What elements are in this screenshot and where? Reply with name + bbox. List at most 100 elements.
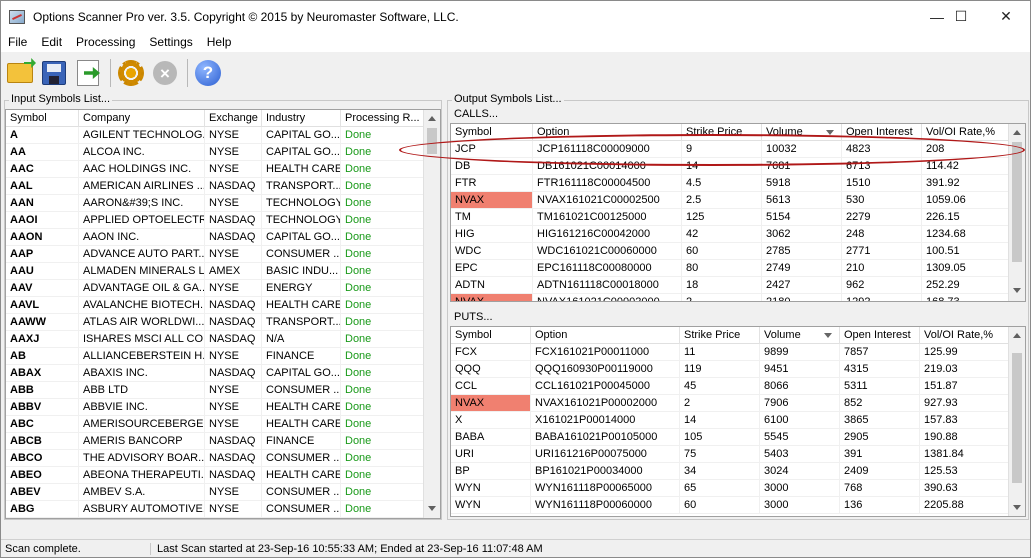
menu-help[interactable]: Help (200, 35, 239, 49)
table-cell: NYSE (205, 416, 262, 432)
scroll-thumb[interactable] (427, 128, 437, 154)
table-cell: BP161021P00034000 (531, 463, 680, 479)
table-row[interactable]: AAL AMERICAN AIRLINES ... NASDAQ TRANSPORT.… (6, 178, 425, 195)
table-row[interactable]: FCX FCX161021P00011000 11 9899 7857 125.99 (451, 344, 1009, 361)
table-row[interactable]: ABB ABB LTD NYSE CONSUMER ... Done (6, 382, 425, 399)
menu-settings[interactable]: Settings (142, 35, 199, 49)
table-row[interactable]: JCP JCP161118C00009000 9 10032 4823 208 (451, 141, 1009, 158)
help-icon: ? (195, 60, 221, 86)
table-row[interactable]: AAN AARON&#39;S INC. NYSE TECHNOLOGY Done (6, 195, 425, 212)
column-header[interactable]: Strike Price (682, 124, 762, 141)
column-header[interactable]: Symbol (6, 110, 79, 127)
table-cell: 168.73 (922, 294, 1009, 301)
column-header[interactable]: Processing R... (341, 110, 425, 127)
table-row[interactable]: ADTN ADTN161118C00018000 18 2427 962 252.29 (451, 277, 1009, 294)
table-row[interactable]: DB DB161021C00014000 14 7681 6713 114.42 (451, 158, 1009, 175)
table-row[interactable]: ABEV AMBEV S.A. NYSE CONSUMER ... Done (6, 484, 425, 501)
scroll-up-icon[interactable] (428, 116, 436, 121)
calls-grid[interactable]: Symbol Option Strike Price Volume Open Inter… (450, 123, 1026, 302)
puts-grid[interactable]: Symbol Option Strike Price Volume Open Inter… (450, 326, 1026, 517)
column-header[interactable]: Symbol (451, 327, 531, 344)
table-row[interactable]: AAU ALMADEN MINERALS L... AMEX BASIC INDU..… (6, 263, 425, 280)
table-row[interactable]: TM TM161021C00125000 125 5154 2279 226.15 (451, 209, 1009, 226)
table-row[interactable]: NVAX NVAX161021C00002000 2 2180 1292 168.73 (451, 294, 1009, 301)
column-header[interactable]: Strike Price (680, 327, 760, 344)
table-row[interactable]: URI URI161216P00075000 75 5403 391 1381.84 (451, 446, 1009, 463)
menu-file[interactable]: File (1, 35, 34, 49)
table-row[interactable]: X X161021P00014000 14 6100 3865 157.83 (451, 412, 1009, 429)
scroll-thumb[interactable] (1012, 353, 1022, 483)
calls-scrollbar[interactable] (1008, 124, 1025, 301)
table-row[interactable]: AAC AAC HOLDINGS INC. NYSE HEALTH CARE Done (6, 161, 425, 178)
table-row[interactable]: ABC AMERISOURCEBERGE... NYSE HEALTH CARE Don… (6, 416, 425, 433)
table-row[interactable]: ABBV ABBVIE INC. NYSE HEALTH CARE Done (6, 399, 425, 416)
table-cell: 14 (680, 412, 760, 428)
column-header[interactable]: Vol/OI Rate,% (922, 124, 1009, 141)
save-button[interactable] (39, 58, 69, 88)
table-row[interactable]: AAON AAON INC. NASDAQ CAPITAL GO... Done (6, 229, 425, 246)
table-row[interactable]: AAXJ ISHARES MSCI ALL CO... NASDAQ N/A Done (6, 331, 425, 348)
column-header[interactable]: Option (533, 124, 682, 141)
table-row[interactable]: ABAX ABAXIS INC. NASDAQ CAPITAL GO... Done (6, 365, 425, 382)
column-header[interactable]: Exchange (205, 110, 262, 127)
column-header[interactable]: Industry (262, 110, 341, 127)
input-scrollbar[interactable] (423, 110, 440, 518)
column-header[interactable]: Company (79, 110, 205, 127)
table-row[interactable]: ABG ASBURY AUTOMOTIVE... NYSE CONSUMER ... D… (6, 501, 425, 518)
column-header[interactable]: Open Interest (840, 327, 920, 344)
stop-button[interactable]: × (150, 58, 180, 88)
scroll-up-icon[interactable] (1013, 130, 1021, 135)
table-row[interactable]: FTR FTR161118C00004500 4.5 5918 1510 391.92 (451, 175, 1009, 192)
app-chart-icon (9, 9, 25, 24)
column-header[interactable]: Option (531, 327, 680, 344)
maximize-button[interactable]: ☐ (938, 1, 984, 32)
table-row[interactable]: AAVL AVALANCHE BIOTECH... NASDAQ HEALTH CAR… (6, 297, 425, 314)
table-row[interactable]: EPC EPC161118C00080000 80 2749 210 1309.05 (451, 260, 1009, 277)
table-row[interactable]: BABA BABA161021P00105000 105 5545 2905 190.88 (451, 429, 1009, 446)
table-row[interactable]: AAV ADVANTAGE OIL & GA... NYSE ENERGY Done (6, 280, 425, 297)
column-header[interactable]: Volume (760, 327, 840, 344)
table-row[interactable]: CCL CCL161021P00045000 45 8066 5311 151.87 (451, 378, 1009, 395)
menu-processing[interactable]: Processing (69, 35, 142, 49)
table-cell: ADTN (451, 277, 533, 293)
table-cell: NVAX (451, 192, 533, 208)
table-row[interactable]: ABCO THE ADVISORY BOAR... NASDAQ CONSUMER .… (6, 450, 425, 467)
table-row[interactable]: WYN WYN161118P00060000 60 3000 136 2205.88 (451, 497, 1009, 514)
table-row[interactable]: WDC WDC161021C00060000 60 2785 2771 100.51 (451, 243, 1009, 260)
table-row[interactable]: NVAX NVAX161021C00002500 2.5 5613 530 1059.06 (451, 192, 1009, 209)
column-header[interactable]: Vol/OI Rate,% (920, 327, 1009, 344)
column-header[interactable]: Open Interest (842, 124, 922, 141)
table-row[interactable]: AAWW ATLAS AIR WORLDWI... NASDAQ TRANSPORT.… (6, 314, 425, 331)
close-button[interactable]: ✕ (983, 1, 1029, 32)
table-row[interactable]: A AGILENT TECHNOLOG... NYSE CAPITAL GO... Do… (6, 127, 425, 144)
table-row[interactable]: HIG HIG161216C00042000 42 3062 248 1234.68 (451, 226, 1009, 243)
column-header[interactable]: Symbol (451, 124, 533, 141)
settings-button[interactable] (116, 58, 146, 88)
scroll-down-icon[interactable] (1013, 505, 1021, 510)
table-row[interactable]: BP BP161021P00034000 34 3024 2409 125.53 (451, 463, 1009, 480)
table-cell: 852 (840, 395, 920, 411)
scroll-down-icon[interactable] (1013, 288, 1021, 293)
open-button[interactable] (5, 58, 35, 88)
table-row[interactable]: AB ALLIANCEBERSTEIN H... NYSE FINANCE Done (6, 348, 425, 365)
help-button[interactable]: ? (193, 58, 223, 88)
input-symbols-grid[interactable]: Symbol Company Exchange Industry Processing … (5, 109, 441, 519)
menu-edit[interactable]: Edit (34, 35, 69, 49)
table-cell: 2 (682, 294, 762, 301)
table-row[interactable]: ABCB AMERIS BANCORP NASDAQ FINANCE Done (6, 433, 425, 450)
table-row[interactable]: AAOI APPLIED OPTOELECTR... NASDAQ TECHNOLOG… (6, 212, 425, 229)
scroll-down-icon[interactable] (428, 506, 436, 511)
table-row[interactable]: AAP ADVANCE AUTO PART... NYSE CONSUMER ... D… (6, 246, 425, 263)
scroll-thumb[interactable] (1012, 142, 1022, 262)
table-row[interactable]: AA ALCOA INC. NYSE CAPITAL GO... Done (6, 144, 425, 161)
table-row[interactable]: WYN WYN161118P00065000 65 3000 768 390.63 (451, 480, 1009, 497)
table-cell: HEALTH CARE (262, 399, 341, 415)
table-row[interactable]: QQQ QQQ160930P00119000 119 9451 4315 219.03 (451, 361, 1009, 378)
puts-scrollbar[interactable] (1008, 327, 1025, 516)
export-button[interactable] (73, 58, 103, 88)
table-row[interactable]: ABEO ABEONA THERAPEUTI... NASDAQ HEALTH CAR… (6, 467, 425, 484)
scroll-up-icon[interactable] (1013, 333, 1021, 338)
table-cell: ABEO (6, 467, 79, 483)
column-header[interactable]: Volume (762, 124, 842, 141)
table-row[interactable]: NVAX NVAX161021P00002000 2 7906 852 927.93 (451, 395, 1009, 412)
